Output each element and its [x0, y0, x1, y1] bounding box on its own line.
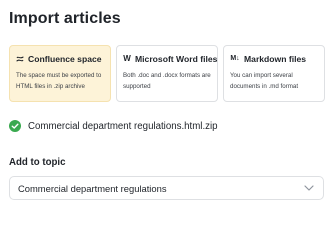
- card-description: You can import several documents in .md …: [230, 72, 299, 90]
- word-icon: W: [123, 54, 131, 63]
- card-title: Markdown files: [244, 54, 307, 64]
- markdown-icon: M↓: [230, 55, 240, 62]
- card-title: Confluence space: [28, 54, 102, 64]
- confluence-icon: [16, 54, 24, 64]
- chevron-down-icon: [304, 185, 314, 191]
- source-card-confluence[interactable]: Confluence space The space must be expor…: [9, 45, 111, 102]
- source-card-markdown[interactable]: M↓ Markdown files You can import several…: [223, 45, 325, 102]
- card-description: Both .doc and .docx formats are supporte…: [123, 72, 211, 90]
- topic-select[interactable]: Commercial department regulations: [9, 176, 324, 200]
- card-header: Confluence space: [16, 53, 110, 65]
- uploaded-file: Commercial department regulations.html.z…: [9, 120, 218, 132]
- topic-select-value: Commercial department regulations: [18, 182, 167, 194]
- success-check-icon: [9, 120, 21, 132]
- card-header: M↓ Markdown files: [230, 53, 324, 65]
- add-to-topic-label: Add to topic: [9, 157, 66, 168]
- card-description: The space must be exported to HTML files…: [16, 72, 102, 90]
- card-header: W Microsoft Word files: [123, 53, 217, 65]
- page-title: Import articles: [9, 10, 121, 27]
- source-card-word[interactable]: W Microsoft Word files Both .doc and .do…: [116, 45, 218, 102]
- card-title: Microsoft Word files: [135, 54, 218, 64]
- file-name: Commercial department regulations.html.z…: [28, 120, 218, 132]
- import-source-options: Confluence space The space must be expor…: [9, 45, 325, 102]
